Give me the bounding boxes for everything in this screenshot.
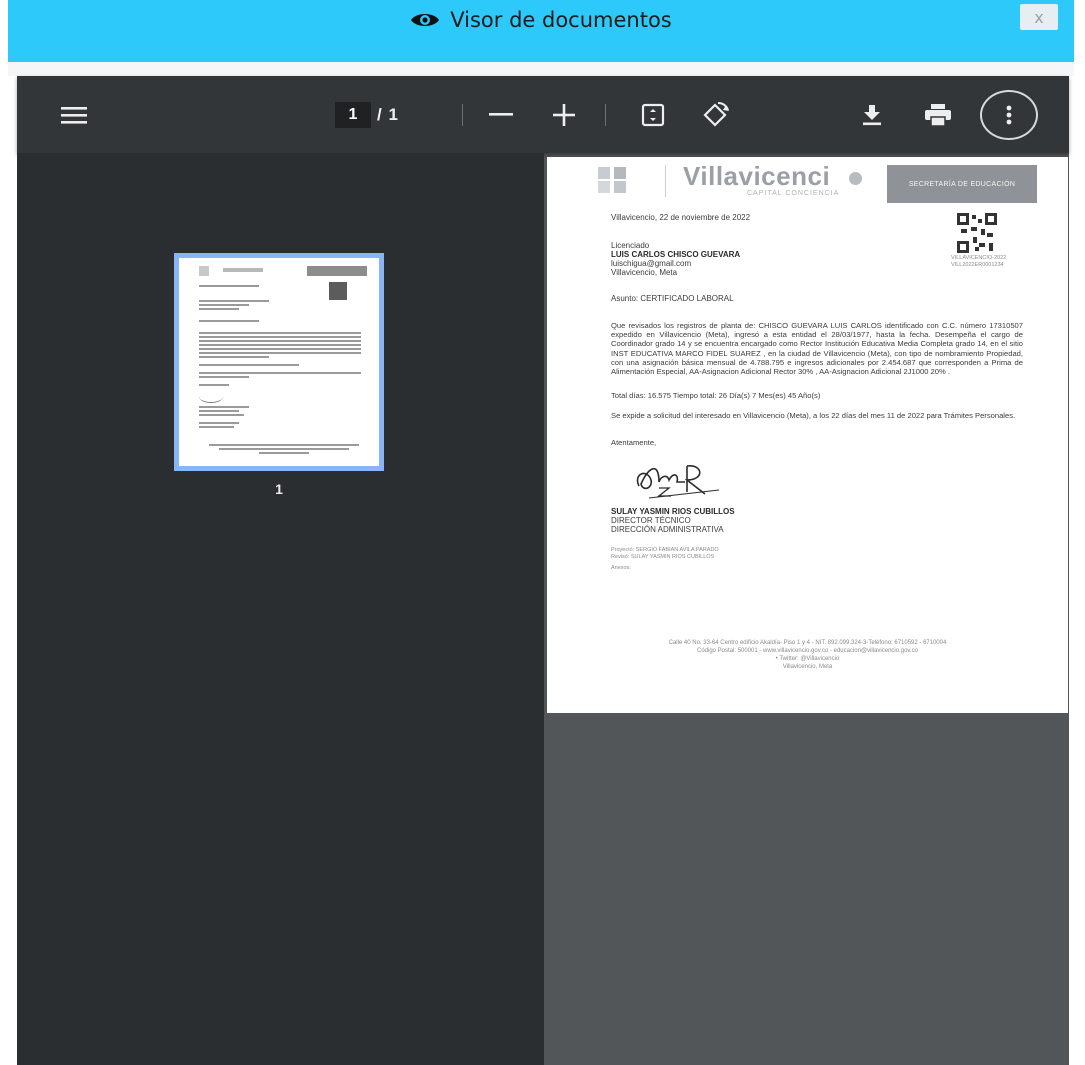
- eye-icon: [410, 10, 440, 30]
- footer-line: • Twitter: @Villavicencio: [775, 656, 840, 662]
- zoom-in-icon[interactable]: [550, 102, 578, 128]
- zoom-out-icon[interactable]: [487, 102, 515, 128]
- more-icon: [982, 92, 1036, 138]
- page-thumbnail[interactable]: [174, 253, 384, 471]
- footer-line: Código Postal: 500001 - www.villavicenci…: [697, 648, 918, 654]
- current-page: 1: [348, 106, 358, 123]
- qr-caption: VILL2022ER0001234: [951, 262, 1004, 268]
- qr-caption: VILLAVICENCIO-2022: [951, 255, 1007, 261]
- close-icon: x: [1034, 7, 1044, 27]
- thumbnail-page-preview: [179, 258, 379, 466]
- viewer-toolbar: 1 / 1: [17, 76, 1069, 153]
- recipient-city: Villavicencio, Meta: [611, 268, 678, 277]
- logo-text: Villavicenci: [683, 161, 831, 191]
- toolbar-divider: [605, 104, 606, 126]
- modal-separator: [8, 62, 1074, 76]
- thumbnail-sidebar: 1: [17, 153, 544, 1065]
- pdf-viewer: 1 / 1 1 Villavicenci CAPITAL CONCIENCIA …: [17, 76, 1069, 1065]
- print-icon[interactable]: [923, 102, 953, 128]
- download-icon[interactable]: [859, 102, 885, 128]
- signer-role: DIRECCIÓN ADMINISTRATIVA: [611, 525, 724, 534]
- modal-header: Visor de documentos x: [8, 0, 1074, 62]
- attachments: Anexos:: [611, 565, 631, 571]
- close-button[interactable]: x: [1020, 4, 1058, 30]
- page-total: / 1: [377, 105, 399, 124]
- qr-code-icon: [957, 213, 997, 253]
- body-paragraph: Total días: 16.575 Tiempo total: 26 Día(…: [611, 391, 821, 400]
- rotate-icon[interactable]: [700, 100, 732, 130]
- body-paragraph: Se expide a solicitud del interesado en …: [611, 411, 1016, 420]
- page-number-input[interactable]: 1: [335, 102, 371, 128]
- more-options-button[interactable]: [980, 90, 1038, 140]
- document-page: Villavicenci CAPITAL CONCIENCIA SECRETAR…: [547, 157, 1068, 713]
- toolbar-divider: [462, 104, 463, 126]
- subject-line: Asunto: CERTIFICADO LABORAL: [611, 294, 734, 303]
- closing-line: Atentamente,: [611, 438, 657, 447]
- signature-icon: [629, 452, 729, 502]
- footer-line: Villavicencio, Meta: [782, 664, 833, 670]
- logo-divider: [665, 165, 666, 197]
- logo-dot-icon: [849, 172, 862, 185]
- body-paragraph: Que revisados los registros de planta de…: [611, 321, 1023, 377]
- projected-by: Proyectó: SERGIO FABIAN AVILA PARADO: [611, 547, 719, 553]
- thumbnail-page-number: 1: [275, 481, 283, 497]
- logo-subtitle: CAPITAL CONCIENCIA: [747, 190, 840, 197]
- city-crest-icon: [596, 165, 630, 195]
- department-banner-text: SECRETARÍA DE EDUCACIÓN: [908, 180, 1016, 188]
- date-line: Villavicencio, 22 de noviembre de 2022: [611, 213, 751, 222]
- reviewed-by: Revisó: SULAY YASMIN RIOS CUBILLOS: [611, 554, 715, 560]
- footer-line: Calle 40 No. 33-64 Centro edificio Akald…: [668, 640, 947, 646]
- department-banner: SECRETARÍA DE EDUCACIÓN: [887, 165, 1037, 203]
- fit-page-icon[interactable]: [639, 101, 667, 129]
- modal-title-row: Visor de documentos: [8, 8, 1074, 32]
- menu-icon[interactable]: [59, 102, 89, 128]
- modal-title: Visor de documentos: [450, 8, 672, 32]
